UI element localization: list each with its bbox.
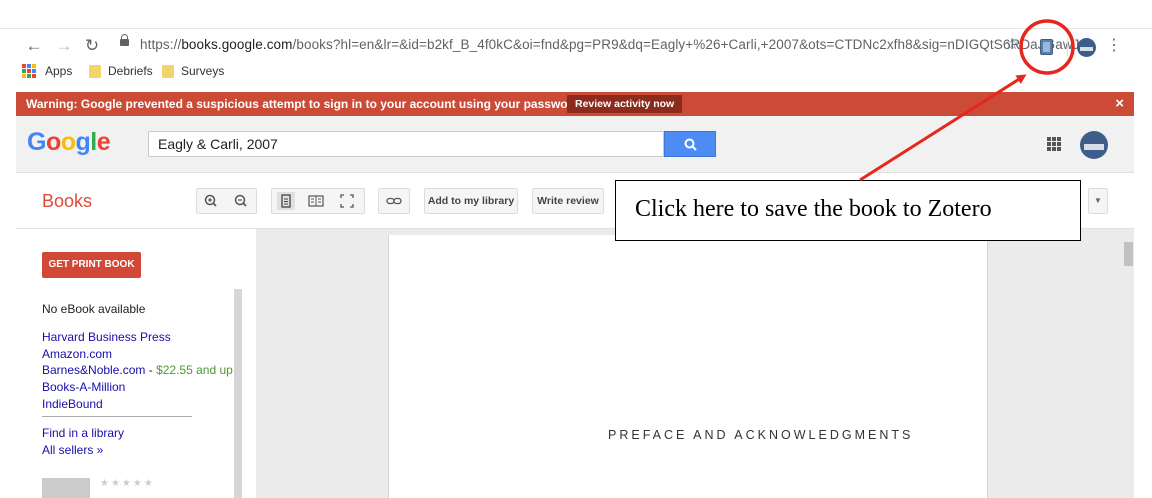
- zotero-book-page: [1043, 42, 1050, 52]
- seller-link-indiebound[interactable]: IndieBound: [42, 397, 103, 411]
- seller-row-barnes: Barnes&Noble.com - $22.55 and up: [42, 363, 233, 377]
- logo-letter: e: [96, 128, 111, 156]
- viewer-scrollbar[interactable]: [1124, 242, 1133, 266]
- warning-text: Warning: Google prevented a suspicious a…: [26, 97, 583, 111]
- url-path: /books?hl=en&lr=&id=b2kf_B_4f0kC&oi=fnd&…: [292, 37, 1092, 52]
- add-to-library-button[interactable]: Add to my library: [424, 188, 518, 214]
- google-apps-icon[interactable]: [1047, 137, 1061, 151]
- link-button[interactable]: [378, 188, 410, 214]
- book-page: [388, 235, 988, 498]
- seller-link-booksamillion[interactable]: Books-A-Million: [42, 380, 125, 394]
- security-warning-bar: Warning: Google prevented a suspicious a…: [16, 92, 1134, 116]
- two-page-icon[interactable]: [307, 192, 325, 210]
- bookmark-apps[interactable]: Apps: [22, 64, 72, 78]
- books-title[interactable]: Books: [42, 191, 92, 212]
- bookmark-label: Debriefs: [108, 64, 153, 78]
- single-page-icon[interactable]: [277, 192, 295, 210]
- tab-strip-edge: [0, 28, 1152, 29]
- bookmark-label: Apps: [45, 64, 73, 78]
- toolbar-separator: [1067, 38, 1068, 56]
- zoom-group: [196, 188, 257, 214]
- zoom-in-icon[interactable]: [202, 192, 220, 210]
- seller-link-barnes[interactable]: Barnes&Noble.com: [42, 363, 145, 377]
- zotero-save-icon[interactable]: [1040, 39, 1053, 55]
- bookmark-star-icon[interactable]: ☆: [1002, 33, 1022, 57]
- logo-letter: g: [75, 128, 91, 156]
- more-options-dropdown[interactable]: ▼: [1088, 188, 1108, 214]
- url-host: books.google.com: [181, 37, 293, 52]
- back-arrow-icon[interactable]: ←: [24, 34, 44, 58]
- rating-stars: ★★★★★: [100, 478, 155, 489]
- search-input[interactable]: [148, 131, 664, 157]
- seller-link-harvard[interactable]: Harvard Business Press: [42, 330, 171, 344]
- url-scheme: https://: [140, 37, 182, 52]
- folder-icon: [162, 64, 174, 78]
- bookmark-debriefs[interactable]: Debriefs: [89, 64, 153, 78]
- reload-icon[interactable]: ↻: [82, 34, 102, 58]
- logo-letter: G: [27, 128, 46, 156]
- address-bar[interactable]: https://books.google.com/books?hl=en&lr=…: [140, 37, 1091, 52]
- get-print-book-button[interactable]: GET PRINT BOOK: [42, 252, 141, 278]
- seller-price: $22.55 and up: [156, 363, 233, 377]
- search-icon: [684, 138, 697, 151]
- bookmark-surveys[interactable]: Surveys: [162, 64, 224, 78]
- apps-grid-icon: [22, 64, 36, 78]
- annotation-callout: Click here to save the book to Zotero: [615, 180, 1081, 241]
- no-ebook-text: No eBook available: [42, 302, 146, 316]
- bookmark-label: Surveys: [181, 64, 225, 78]
- folder-icon: [89, 64, 101, 78]
- seller-link-amazon[interactable]: Amazon.com: [42, 347, 112, 361]
- all-sellers-link[interactable]: All sellers »: [42, 443, 103, 457]
- chrome-menu-icon[interactable]: ⋮: [1104, 34, 1124, 58]
- review-activity-button[interactable]: Review activity now: [567, 95, 683, 113]
- logo-letter: o: [60, 128, 76, 156]
- book-thumbnail[interactable]: [42, 478, 90, 498]
- logo-letter: o: [45, 128, 61, 156]
- google-logo[interactable]: Google: [27, 128, 111, 157]
- write-review-button[interactable]: Write review: [532, 188, 604, 214]
- view-mode-group: [271, 188, 365, 214]
- profile-avatar[interactable]: [1077, 38, 1096, 57]
- sidebar-divider: [42, 416, 192, 417]
- page-heading: PREFACE AND ACKNOWLEDGMENTS: [608, 428, 914, 442]
- forward-arrow-icon[interactable]: →: [54, 34, 74, 58]
- link-icon: [386, 197, 402, 205]
- lock-icon: [120, 34, 129, 46]
- close-icon[interactable]: ×: [1115, 95, 1124, 112]
- sidebar-scrollbar[interactable]: [234, 289, 242, 498]
- account-avatar[interactable]: [1080, 131, 1108, 159]
- find-in-library-link[interactable]: Find in a library: [42, 426, 124, 440]
- zoom-out-icon[interactable]: [232, 192, 250, 210]
- search-button[interactable]: [664, 131, 716, 157]
- fullscreen-icon[interactable]: [338, 192, 356, 210]
- avatar-stripe: [1080, 47, 1093, 51]
- price-separator: -: [145, 363, 157, 377]
- avatar-stripe: [1084, 144, 1104, 150]
